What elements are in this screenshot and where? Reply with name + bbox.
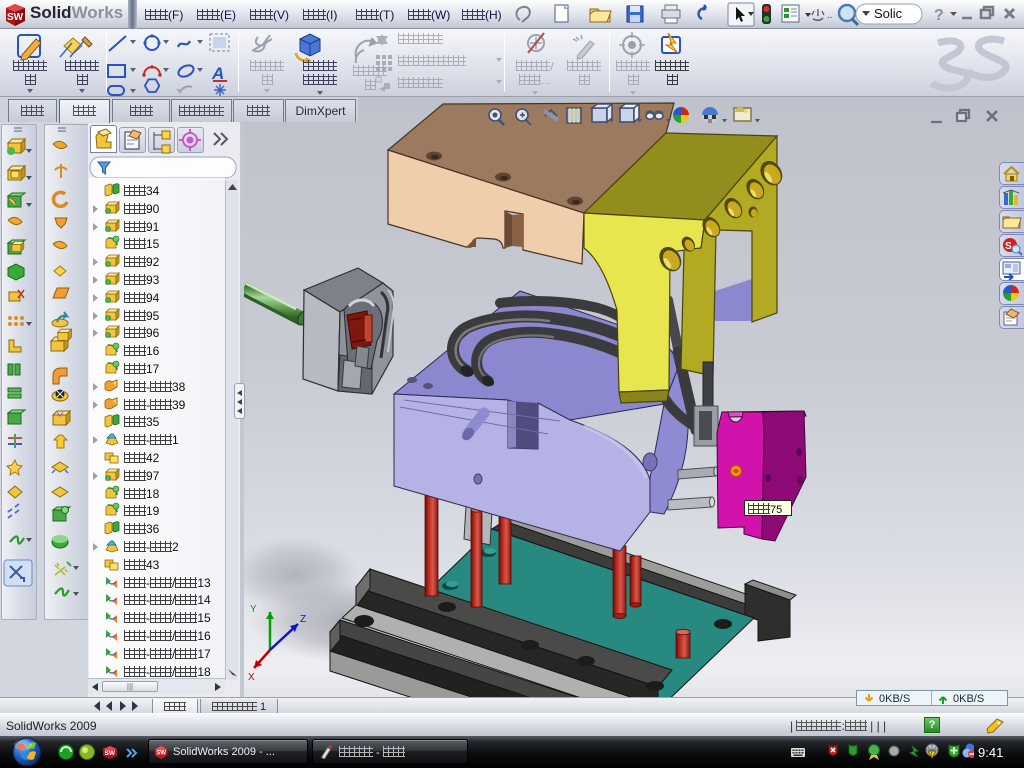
svg-text:SW: SW	[7, 12, 24, 23]
svg-text:SW: SW	[156, 750, 166, 757]
svg-text:Solic: Solic	[874, 6, 903, 21]
svg-text:..: ..	[827, 10, 833, 21]
svg-text:S: S	[1005, 241, 1012, 252]
svg-text:Z: Z	[300, 614, 306, 625]
svg-text:Y: Y	[250, 604, 257, 615]
svg-text:?: ?	[934, 7, 944, 24]
svg-text:SW: SW	[105, 750, 116, 757]
svg-text:X: X	[248, 672, 255, 683]
